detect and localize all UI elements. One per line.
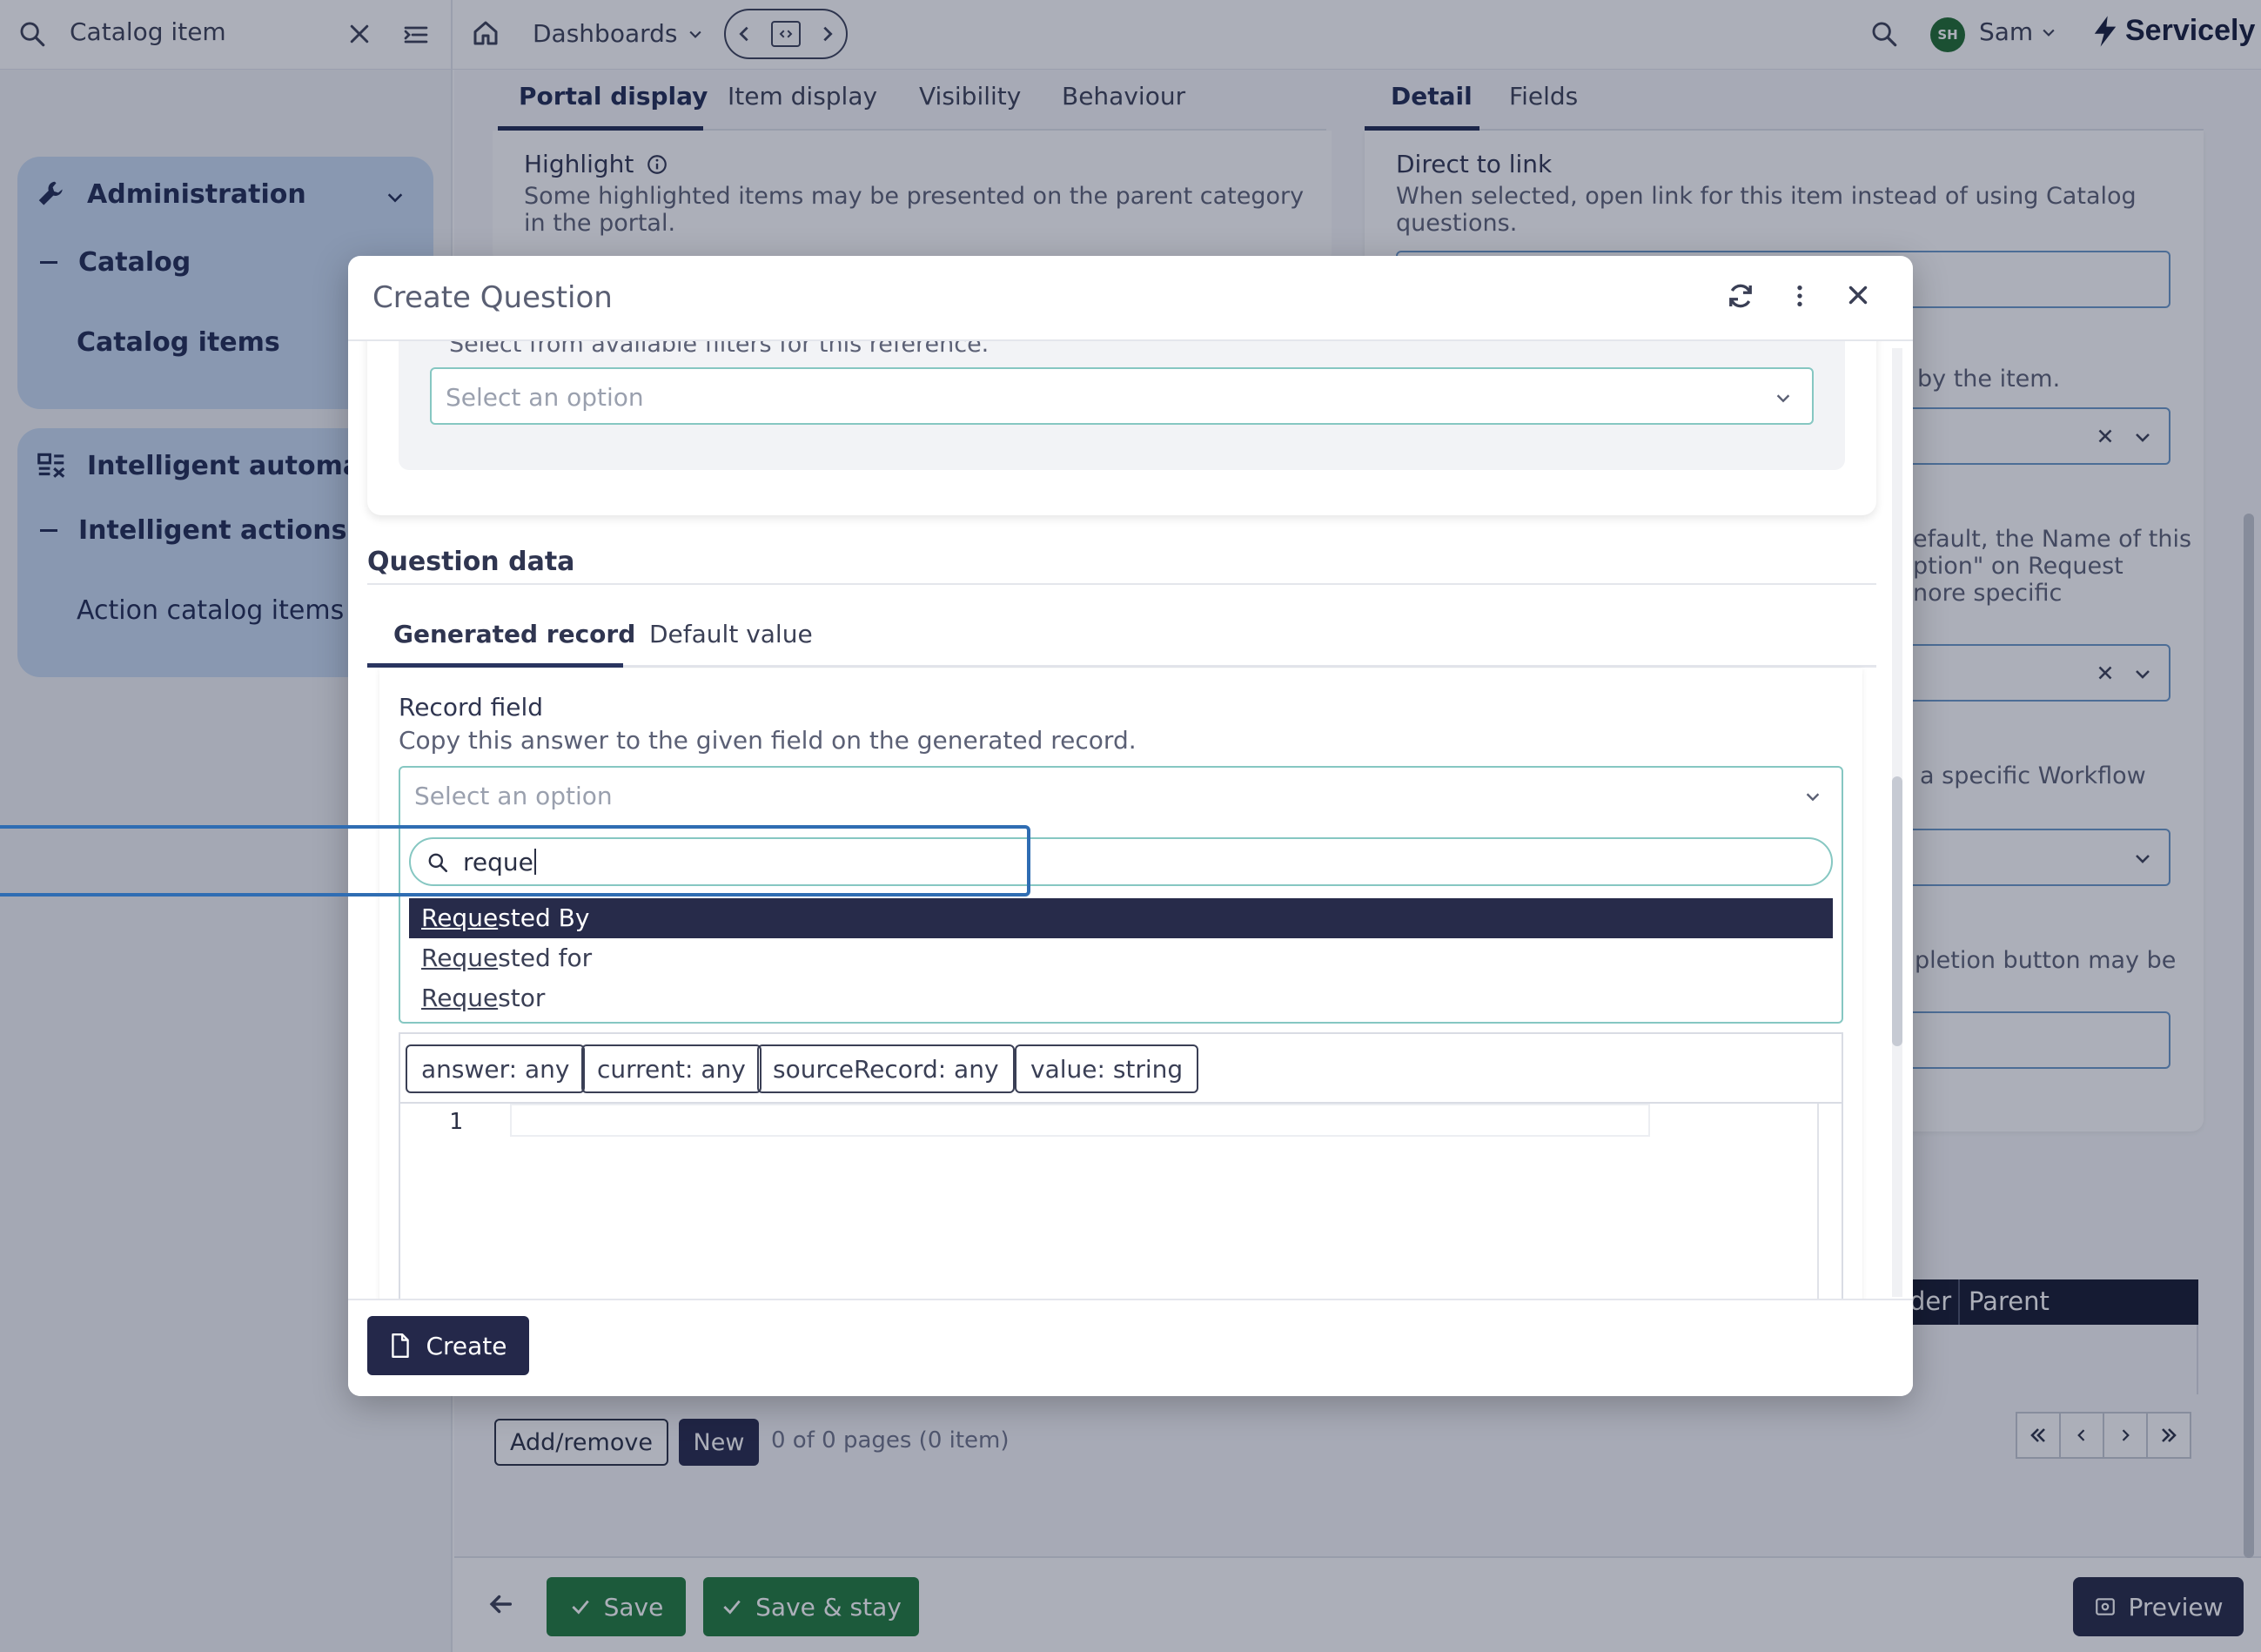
tab-generated-record[interactable]: Generated record: [393, 620, 635, 648]
editor-scrollbar[interactable]: [1817, 1104, 1819, 1299]
dropdown-option[interactable]: Requested By: [409, 898, 1833, 938]
dialog-title: Create Question: [372, 280, 613, 315]
create-button[interactable]: Create: [367, 1316, 529, 1375]
variable-chip[interactable]: current: any: [581, 1044, 761, 1093]
filter-hint: Select from available filters for this r…: [449, 341, 990, 358]
document-icon: [389, 1333, 412, 1359]
dialog-footer: Create: [348, 1299, 1913, 1396]
script-editor[interactable]: 1: [399, 1104, 1843, 1299]
section-divider: [367, 583, 1876, 585]
active-tab-indicator: [367, 663, 623, 668]
filter-section: Select from available filters for this r…: [399, 341, 1845, 470]
script-variables-bar: answer: any current: any sourceRecord: a…: [399, 1032, 1843, 1104]
dialog-body: Select from available filters for this r…: [348, 341, 1913, 1299]
filter-placeholder: Select an option: [446, 383, 644, 412]
filter-card: Select from available filters for this r…: [367, 341, 1876, 515]
record-field-placeholder: Select an option: [414, 782, 613, 810]
tab-default-value[interactable]: Default value: [649, 620, 813, 648]
dialog-scrollbar[interactable]: [1892, 776, 1902, 1046]
create-label: Create: [426, 1331, 507, 1360]
dropdown-option[interactable]: Requestor: [409, 978, 1833, 1018]
refresh-icon[interactable]: [1725, 280, 1756, 312]
variable-chip[interactable]: value: string: [1015, 1044, 1199, 1093]
chevron-down-icon[interactable]: [1803, 787, 1822, 806]
focus-highlight: [0, 825, 1030, 897]
dialog-header: Create Question: [348, 256, 1913, 341]
record-field-label: Record field: [399, 693, 544, 722]
line-number: 1: [449, 1109, 463, 1135]
chevron-down-icon: [1774, 388, 1793, 407]
more-vertical-icon[interactable]: [1786, 280, 1814, 312]
dropdown-option[interactable]: Requested for: [409, 938, 1833, 978]
variable-chip[interactable]: sourceRecord: any: [757, 1044, 1015, 1093]
record-field-hint: Copy this answer to the given field on t…: [399, 726, 1137, 755]
code-line[interactable]: [510, 1104, 1650, 1137]
question-data-title: Question data: [367, 547, 575, 577]
variable-chip[interactable]: answer: any: [406, 1044, 586, 1093]
close-icon[interactable]: [1843, 280, 1873, 310]
filter-select[interactable]: Select an option: [430, 367, 1814, 425]
